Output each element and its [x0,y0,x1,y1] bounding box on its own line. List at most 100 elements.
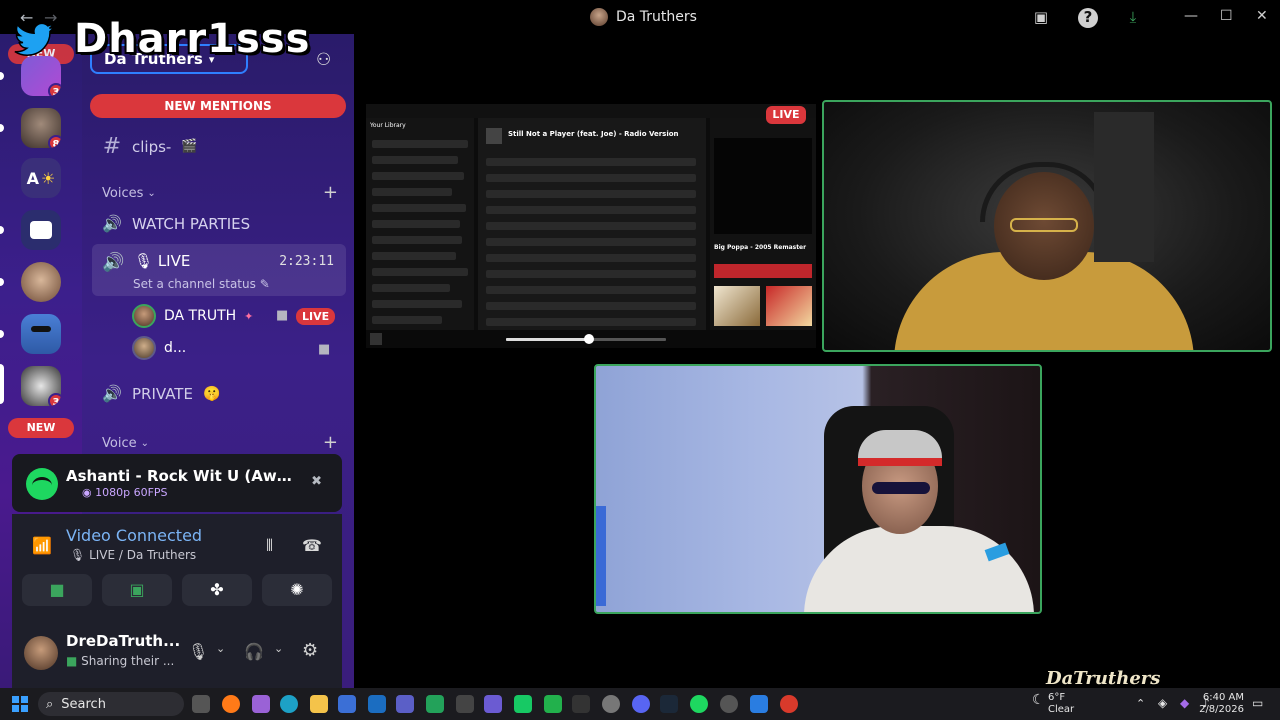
app-icon[interactable] [426,695,444,713]
app-icon[interactable] [514,695,532,713]
invite-people-icon[interactable]: ⚇ [316,50,331,70]
taskbar-search[interactable]: ⌕ Search [38,692,184,716]
new-mentions-bar[interactable]: NEW MENTIONS [90,94,346,118]
disconnect-icon[interactable]: ☎ [302,536,322,555]
server-icon-7[interactable]: 3 [21,366,61,406]
signal-icon[interactable]: 📶 [32,536,52,555]
screen-share-button[interactable]: ▣ [102,574,172,606]
camera-icon: ■ [318,342,331,357]
channel-private[interactable]: 🔊 PRIVATE 🤫 [102,384,220,404]
create-channel-plus-icon[interactable]: + [323,432,338,453]
voice-channel-path: 🎙 LIVE / Da Truthers [70,548,197,562]
tray-app-icon[interactable]: ◈ [1158,696,1167,710]
stream-grid: Your Library Still Not a Player (feat. J… [356,34,1280,688]
chevron-down-icon: ⌄ [147,188,156,199]
download-icon[interactable]: ⤓ [1124,8,1142,26]
server-icon-2[interactable]: 8 [21,108,61,148]
library-row [372,284,450,292]
app-icon[interactable] [750,695,768,713]
microphone-icon[interactable]: 🎙 [188,642,208,661]
track-row [486,318,696,326]
settings-gear-icon[interactable]: ⚙ [302,640,318,661]
channel-clips-label: clips- [132,137,172,156]
server-letter: A [26,168,40,188]
maximize-button[interactable]: ☐ [1220,8,1233,24]
voice-user-da-truth[interactable]: DA TRUTH ✦ [132,304,253,328]
channel-clips[interactable]: # clips- 🎬 [102,134,198,159]
clock-time: 6:40 AM [1202,692,1244,703]
headphones-icon[interactable]: 🎧 [244,642,264,661]
camera-tile-da-truth[interactable] [822,100,1272,352]
channel-watch-parties[interactable]: 🔊 WATCH PARTIES [102,214,250,234]
camera-button[interactable]: ■ [22,574,92,606]
chevron-down-icon[interactable]: ⌄ [216,642,225,655]
server-icon-5[interactable] [21,262,61,302]
inbox-icon[interactable]: ▣ [1032,8,1050,26]
screen-share-tile[interactable]: Your Library Still Not a Player (feat. J… [366,104,816,348]
edge-icon[interactable] [280,695,298,713]
app-icon[interactable] [484,695,502,713]
track-row [486,190,696,198]
settings-icon[interactable] [602,695,620,713]
channel-private-label: PRIVATE [132,385,193,403]
discord-icon[interactable] [632,695,650,713]
activity-panel[interactable]: Ashanti - Rock Wit U (Awww ... ◉ 1080p 6… [12,454,342,512]
voice-channel-path-text: LIVE / Da Truthers [89,548,197,562]
tray-app-icon[interactable]: ◆ [1180,696,1189,710]
windows-start-icon[interactable] [12,696,28,712]
steam-icon[interactable] [660,695,678,713]
firefox-icon[interactable] [222,695,240,713]
tray-chevron-up-icon[interactable]: ⌃ [1136,697,1145,710]
library-row [372,236,462,244]
server-icon-1[interactable]: 3 [21,56,61,96]
soundboard-button[interactable]: ✺ [262,574,332,606]
windows-taskbar: ⌕ Search ☾ 6°F Clear ⌃ ◈ ◆ ♪ 6:40 AM 2/8… [0,688,1280,720]
app-icon[interactable] [572,695,590,713]
activities-button[interactable]: ✤ [182,574,252,606]
screen-share-status-icon: ■ [66,654,78,668]
weather-desc: Clear [1048,704,1075,715]
noise-suppression-icon[interactable]: ⦀ [266,536,273,556]
copilot-icon[interactable] [252,695,270,713]
chevron-down-icon[interactable]: ⌄ [274,642,283,655]
server-icon-letter[interactable]: A ☀ [21,158,61,198]
camera-tile-d[interactable] [594,364,1042,614]
store-icon[interactable] [338,695,356,713]
track-row [486,158,696,166]
new-unread-pill-bottom[interactable]: NEW [8,418,74,438]
user-avatar[interactable] [24,636,58,670]
category-voices[interactable]: Voices ⌄ [102,186,156,201]
task-view-icon[interactable] [192,695,210,713]
category-voice[interactable]: Voice ⌄ [102,436,149,451]
outlook-icon[interactable] [368,695,386,713]
close-button[interactable]: ✕ [1256,8,1268,24]
user-name[interactable]: DreDaTruth... [66,632,180,650]
top-result-title: Still Not a Player (feat. Joe) - Radio V… [508,130,679,138]
channel-status-prompt[interactable]: Set a channel status ✎ [133,277,270,291]
live-timer: 2:23:11 [279,254,334,269]
library-row [372,188,452,196]
stop-streaming-icon[interactable]: ✖ [311,474,322,489]
app-icon[interactable] [456,695,474,713]
file-explorer-icon[interactable] [310,695,328,713]
obs-icon[interactable] [720,695,738,713]
create-channel-plus-icon[interactable]: + [323,182,338,203]
app-icon[interactable] [780,695,798,713]
teams-icon[interactable] [396,695,414,713]
xbox-icon[interactable] [544,695,562,713]
help-icon[interactable]: ? [1078,8,1098,28]
voice-connected-title[interactable]: Video Connected [66,526,202,545]
notifications-icon[interactable]: ▭ [1252,696,1263,710]
server-icon-dice[interactable] [21,210,61,250]
stream-quality: ◉ 1080p 60FPS [82,486,168,499]
channel-live-selected[interactable]: 🔊 🎙 LIVE 2:23:11 Set a channel status ✎ [92,244,346,296]
voice-user-d[interactable]: d... [132,336,186,360]
system-clock[interactable]: 6:40 AM 2/8/2026 [1199,692,1244,716]
spotify-taskbar-icon[interactable] [690,695,708,713]
pencil-icon: ✎ [259,277,270,291]
server-icon-6[interactable] [21,314,61,354]
album-art [486,128,502,144]
library-row [372,220,460,228]
weather-icon[interactable]: ☾ [1032,692,1045,708]
minimize-button[interactable]: — [1184,8,1198,24]
